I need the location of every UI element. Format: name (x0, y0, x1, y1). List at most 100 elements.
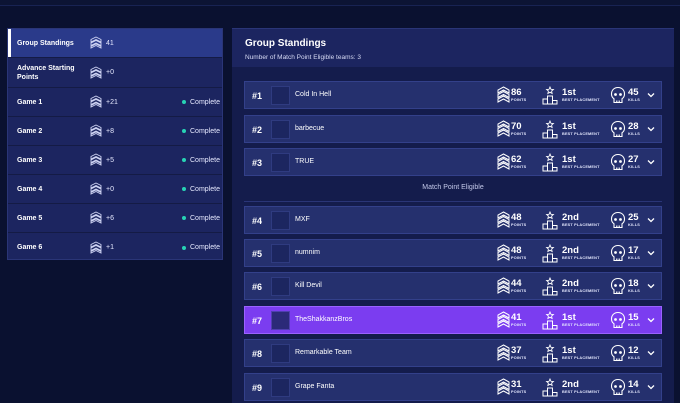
points-label: POINTS (511, 132, 527, 136)
team-best-placement: 1st (562, 345, 576, 356)
skull-icon (610, 244, 626, 262)
chevron-down-icon[interactable] (647, 384, 655, 390)
kills-label: KILLS (628, 98, 640, 102)
left-item-game-3[interactable]: Game 3 +5 Complete (8, 146, 222, 175)
team-row[interactable]: #3 TRUE 62 POINTS 1st BEST PLACEMENT 27 … (244, 148, 662, 176)
team-points: 37 (511, 345, 522, 356)
left-item-advance-starting-points[interactable]: Advance Starting Points +0 (8, 58, 222, 88)
chevron-down-icon[interactable] (647, 217, 655, 223)
points-label: POINTS (511, 390, 527, 394)
chevron-badge-icon (497, 86, 510, 103)
status-text: Complete (190, 185, 220, 193)
status-text: Complete (190, 98, 220, 106)
podium-icon (542, 244, 558, 263)
left-item-points: +21 (106, 98, 118, 106)
team-name: Kill Devil (295, 282, 322, 289)
kills-label: KILLS (628, 390, 640, 394)
points-label: POINTS (511, 223, 527, 227)
team-row[interactable]: #2 barbecue 70 POINTS 1st BEST PLACEMENT… (244, 115, 662, 143)
chevron-down-icon[interactable] (647, 317, 655, 323)
chevron-badge-icon (90, 124, 102, 137)
status-badge: Complete (182, 186, 220, 193)
team-best-placement: 1st (562, 87, 576, 98)
team-row[interactable]: #7 TheShakkanzBros 41 POINTS 1st BEST PL… (244, 306, 662, 334)
chevron-down-icon[interactable] (647, 159, 655, 165)
team-row[interactable]: #8 Remarkable Team 37 POINTS 1st BEST PL… (244, 339, 662, 367)
team-row[interactable]: #4 MXF 48 POINTS 2nd BEST PLACEMENT 25 K… (244, 206, 662, 234)
chevron-badge-icon (90, 95, 102, 108)
podium-icon (542, 378, 558, 397)
left-item-game-6[interactable]: Game 6 +1 Complete (8, 233, 222, 262)
chevron-down-icon[interactable] (647, 126, 655, 132)
left-item-game-4[interactable]: Game 4 +0 Complete (8, 175, 222, 204)
team-kills: 18 (628, 278, 639, 289)
left-item-game-1[interactable]: Game 1 +21 Complete (8, 88, 222, 117)
team-kills: 27 (628, 154, 639, 165)
team-rank: #3 (252, 158, 263, 168)
team-avatar (271, 277, 290, 296)
left-item-label: Game 1 (17, 98, 43, 106)
left-item-group-standings[interactable]: Group Standings 41 (8, 29, 222, 58)
chevron-badge-icon (90, 211, 102, 224)
chevron-down-icon[interactable] (647, 350, 655, 356)
chevron-down-icon[interactable] (647, 250, 655, 256)
left-item-label: Game 6 (17, 244, 43, 251)
page-title: Group Standings (245, 38, 327, 49)
team-name: TheShakkanzBros (295, 316, 353, 323)
skull-icon (610, 211, 626, 229)
team-rank: #5 (252, 249, 263, 259)
placement-label: BEST PLACEMENT (562, 323, 600, 327)
team-rank: #7 (252, 316, 263, 326)
kills-label: KILLS (628, 356, 640, 360)
standings-header: Group Standings Number of Match Point El… (232, 29, 674, 67)
placement-label: BEST PLACEMENT (562, 289, 600, 293)
team-avatar (271, 211, 290, 230)
team-kills: 17 (628, 245, 639, 256)
team-row[interactable]: #9 Grape Fanta 31 POINTS 2nd BEST PLACEM… (244, 373, 662, 401)
placement-label: BEST PLACEMENT (562, 390, 600, 394)
kills-label: KILLS (628, 323, 640, 327)
skull-icon (610, 344, 626, 362)
status-dot-icon (182, 100, 186, 104)
status-badge: Complete (182, 128, 220, 135)
kills-label: KILLS (628, 132, 640, 136)
chevron-badge-icon (90, 36, 102, 49)
team-points: 86 (511, 87, 522, 98)
team-best-placement: 1st (562, 154, 576, 165)
team-kills: 12 (628, 345, 639, 356)
team-rank: #9 (252, 383, 263, 393)
team-best-placement: 1st (562, 312, 576, 323)
chevron-badge-icon (497, 153, 510, 170)
team-points: 70 (511, 121, 522, 132)
left-item-label: Group Standings (17, 39, 74, 47)
chevron-badge-icon (497, 211, 510, 228)
left-item-points: +8 (106, 127, 114, 135)
chevron-down-icon[interactable] (647, 92, 655, 98)
left-item-points: +6 (106, 214, 114, 222)
chevron-down-icon[interactable] (647, 283, 655, 289)
team-row[interactable]: #1 Cold In Hell 86 POINTS 1st BEST PLACE… (244, 81, 662, 109)
eligible-count-text: Number of Match Point Eligible teams: 3 (245, 54, 361, 61)
skull-icon (610, 86, 626, 104)
team-kills: 28 (628, 121, 639, 132)
placement-label: BEST PLACEMENT (562, 356, 600, 360)
left-item-game-5[interactable]: Game 5 +6 Complete (8, 204, 222, 233)
skull-icon (610, 153, 626, 171)
team-best-placement: 2nd (562, 212, 579, 223)
team-name: numnim (295, 249, 320, 256)
team-name: barbecue (295, 125, 325, 132)
team-name: Grape Fanta (295, 383, 335, 390)
team-rank: #8 (252, 349, 263, 359)
left-item-points: +0 (106, 185, 114, 193)
skull-icon (610, 378, 626, 396)
left-item-points: 41 (106, 39, 114, 47)
team-row[interactable]: #6 Kill Devil 44 POINTS 2nd BEST PLACEME… (244, 272, 662, 300)
status-badge: Complete (182, 99, 220, 106)
team-row[interactable]: #5 numnim 48 POINTS 2nd BEST PLACEMENT 1… (244, 239, 662, 267)
left-item-game-2[interactable]: Game 2 +8 Complete (8, 117, 222, 146)
status-dot-icon (182, 158, 186, 162)
status-text: Complete (190, 156, 220, 164)
team-rank: #2 (252, 125, 263, 135)
team-name: MXF (295, 216, 310, 223)
chevron-badge-icon (90, 182, 102, 195)
